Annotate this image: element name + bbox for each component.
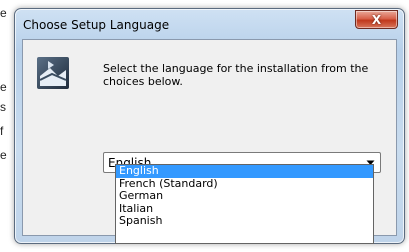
background-text-fragment: f <box>0 124 4 138</box>
language-dropdown-list: English French (Standard) German Italian… <box>115 164 374 244</box>
background-text-fragment: e <box>0 80 7 94</box>
instruction-text: Select the language for the installation… <box>103 62 369 88</box>
title-bar[interactable]: Choose Setup Language X <box>15 9 404 39</box>
window-title: Choose Setup Language <box>23 18 170 32</box>
close-button[interactable]: X <box>355 10 398 29</box>
background-text-fragment: e <box>0 6 7 20</box>
language-option-english[interactable]: English <box>116 164 373 178</box>
close-icon: X <box>371 12 382 27</box>
language-option-german[interactable]: German <box>116 189 373 203</box>
setup-icon <box>37 57 69 89</box>
language-option-spanish[interactable]: Spanish <box>116 214 373 228</box>
background-text-fragment: e <box>0 148 7 162</box>
background-text-fragment: s <box>0 100 6 114</box>
